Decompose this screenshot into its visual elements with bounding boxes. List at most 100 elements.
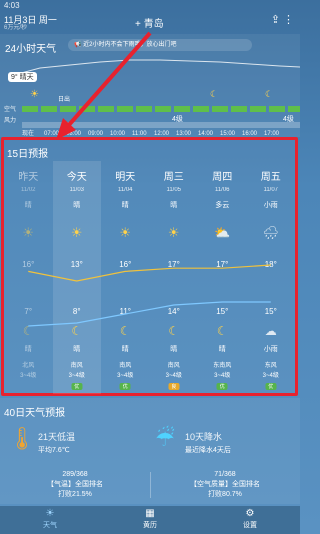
- high-temp: 13°: [70, 260, 83, 269]
- weekday-label: 周三: [163, 172, 184, 183]
- wind-direction: 东南风: [213, 363, 232, 369]
- forecast-title: 15日预报: [7, 149, 49, 160]
- wind-level: 3~4级: [68, 373, 85, 379]
- tab-weather[interactable]: ☀ 天气: [0, 506, 100, 534]
- forty-day-section[interactable]: 40日天气预报 🌡 21天低温 平均7.6℃ ☔ 10天降水 最近降水4天后 2…: [0, 398, 300, 504]
- high-temp: 18°: [264, 260, 277, 269]
- wind-level: 3~4级: [20, 373, 37, 379]
- city-selector[interactable]: + 青岛: [135, 15, 164, 30]
- forecast-day-column[interactable]: 明天 11/04 晴 ☀ 16° 11° ☾ 晴南风 3~4级优: [101, 161, 150, 394]
- air-quality-rank[interactable]: 71/368 【空气质量】全国排名 打败80.7%: [155, 470, 295, 500]
- wind-info: 南风 3~4级: [101, 361, 150, 381]
- day-condition: 晴: [170, 202, 178, 209]
- temp-rank-value: 289/368: [62, 471, 88, 478]
- forecast-day-column[interactable]: 昨天 11/02 晴 ☀ 16° 7° ☾ 晴北风 3~4级: [4, 161, 53, 394]
- wind-level: 3~4级: [165, 373, 182, 379]
- tab-label: 黄历: [143, 522, 157, 529]
- share-icon[interactable]: ⇪: [271, 13, 280, 26]
- night-condition: 晴: [73, 346, 81, 353]
- date-label: 11/03: [69, 187, 85, 193]
- day-condition: 晴: [24, 202, 32, 209]
- night-condition: 小雨: [263, 346, 278, 353]
- hour-label: 现在: [22, 131, 35, 137]
- wind-info: 南风 3~4级: [53, 361, 102, 381]
- high-temp: 16°: [119, 260, 132, 269]
- low-temp: 11°: [119, 307, 131, 316]
- day-condition: 晴: [121, 202, 129, 209]
- low-temp: 7°: [24, 307, 33, 316]
- forecast-day-column[interactable]: 周四 11/06 多云 ⛅ 17° 15° ☾ 晴东南风 3~4级优: [198, 161, 247, 394]
- wind-info: 东南风 3~4级: [198, 361, 247, 381]
- rain-card[interactable]: ☔ 10天降水 最近降水4天后: [155, 426, 295, 462]
- moon-icon: ☾: [265, 89, 274, 99]
- rain-cloud-icon: ☔: [155, 426, 175, 451]
- low-temp-heading: 21天低温: [38, 432, 76, 442]
- moon-icon: ☾: [210, 89, 219, 99]
- wind-info: 北风 3~4级: [4, 361, 53, 381]
- sun-icon: ☀: [119, 225, 132, 240]
- low-temp-card[interactable]: 🌡 21天低温 平均7.6℃: [8, 426, 148, 462]
- date-label: 11/06: [214, 187, 230, 193]
- moon-icon: ☾: [216, 324, 228, 338]
- hourly-now-temp: 9° 晴天: [8, 72, 37, 82]
- day-condition: 晴: [73, 202, 81, 209]
- wind-level: 3~4级: [262, 373, 279, 379]
- tab-almanac[interactable]: ▦ 黄历: [100, 506, 200, 534]
- air-rank-beat: 打败80.7%: [208, 491, 242, 498]
- aqi-badge: 优: [216, 383, 228, 390]
- day-condition: 多云: [215, 202, 230, 209]
- network-speed: 6万元/秒: [4, 25, 28, 31]
- forty-day-title[interactable]: 40日天气预报: [4, 404, 65, 419]
- weekday-label: 明天: [115, 172, 136, 183]
- wind-direction: 东风: [264, 363, 277, 369]
- wind-direction: 南风: [70, 363, 83, 369]
- hourly-section: 24小时天气 📢 近2小时内不会下雨哦，放心出门吧 9° 晴天 ☀ 日出 ☾ ☾…: [0, 34, 300, 137]
- date-label: 11/05: [166, 187, 182, 193]
- rain-sub: 最近降水4天后: [185, 447, 231, 454]
- tab-settings[interactable]: ⚙ 设置: [200, 506, 300, 534]
- date-label: 11/02: [20, 187, 36, 193]
- rain-notice[interactable]: 📢 近2小时内不会下雨哦，放心出门吧: [68, 39, 252, 51]
- moon-icon: ☾: [168, 324, 180, 338]
- rain-heading: 10天降水: [185, 432, 223, 442]
- hour-labels: 现在 07:00 08:00 09:00 10:00 11:00 12:00 13:00 14:…: [22, 128, 300, 137]
- forecast-day-column[interactable]: 今天 11/03 晴 ☀ 13° 8° ☾ 晴南风 3~4级优: [52, 161, 102, 394]
- settings-tab-icon: ⚙: [245, 508, 255, 519]
- cloud-sun-icon: ⛅: [214, 225, 231, 240]
- more-icon[interactable]: ⋮: [283, 13, 294, 26]
- air-quality-bar: [22, 106, 300, 112]
- high-temp: 17°: [216, 260, 229, 269]
- aqi-badge: 优: [71, 383, 83, 390]
- add-city-icon[interactable]: +: [135, 19, 141, 30]
- forecast-15day: 15日预报 昨天 11/02 晴 ☀ 16° 7° ☾ 晴北风 3~4级 今天 11/03 晴 ☀ 13°…: [1, 137, 298, 396]
- date-label: 11/07: [263, 187, 279, 193]
- wind-info: 南风 3~4级: [150, 361, 199, 381]
- thermometer-icon: 🌡: [8, 426, 36, 451]
- night-condition: 晴: [170, 346, 178, 353]
- tab-label: 天气: [43, 522, 57, 529]
- moon-icon: ☾: [119, 324, 131, 338]
- air-rank-value: 71/368: [214, 471, 236, 478]
- sun-icon: ☀: [167, 225, 180, 240]
- wind-direction: 南风: [119, 363, 132, 369]
- low-temp: 15°: [216, 307, 229, 316]
- city-name: 青岛: [143, 19, 164, 30]
- wind-direction: 南风: [167, 363, 180, 369]
- temperature-rank[interactable]: 289/368 【气温】全国排名 打败21.5%: [5, 470, 145, 500]
- aqi-badge: 优: [265, 383, 277, 390]
- clock: 4:03: [4, 1, 20, 10]
- hourly-title: 24小时天气: [5, 44, 57, 55]
- sunrise-label: 日出: [58, 97, 71, 103]
- night-condition: 晴: [24, 346, 32, 353]
- temp-rank-label: 【气温】全国排名: [47, 481, 103, 488]
- forecast-day-column[interactable]: 周三 11/05 晴 ☀ 17° 14° ☾ 晴南风 3~4级良: [150, 161, 199, 394]
- low-temp: 15°: [264, 307, 277, 316]
- forecast-day-column[interactable]: 周五 11/07 小雨 🌧 18° 15° ☁ 小雨 东风 3~4级优: [247, 161, 296, 394]
- status-bar: 4:03 11月3日 周一 6万元/秒 + 青岛 ⇪ ⋮: [0, 0, 300, 31]
- high-temp: 17°: [167, 260, 180, 269]
- rain-cloud-icon: 🌧: [262, 225, 280, 240]
- almanac-tab-icon: ▦: [145, 508, 155, 519]
- date-label: 11/04: [117, 187, 133, 193]
- hourly-temp-chart: [9, 59, 300, 77]
- weekday-label: 周五: [260, 172, 281, 183]
